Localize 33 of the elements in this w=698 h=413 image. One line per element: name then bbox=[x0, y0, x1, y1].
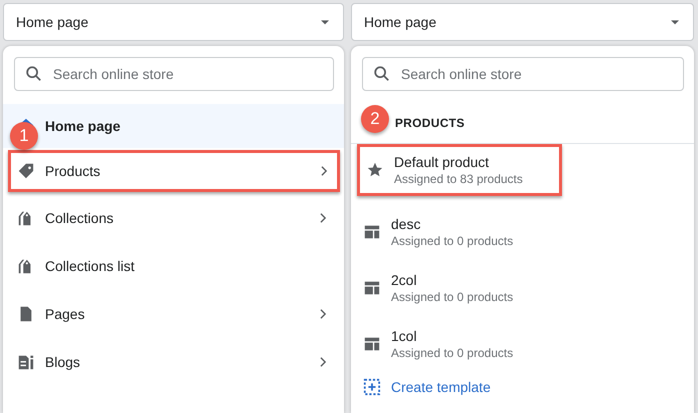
menu-item[interactable]: Collections list bbox=[3, 242, 344, 290]
menu-item[interactable]: Pages bbox=[3, 290, 344, 338]
create-template-link[interactable]: Create template bbox=[363, 378, 694, 396]
search-icon bbox=[373, 65, 391, 83]
template-name: 1col bbox=[391, 328, 418, 344]
template-item[interactable]: 1col Assigned to 0 products bbox=[351, 316, 694, 372]
search-field[interactable]: Search online store bbox=[362, 57, 684, 91]
star-icon bbox=[366, 161, 384, 179]
template-item[interactable]: 2col Assigned to 0 products bbox=[351, 260, 694, 316]
menu-item[interactable]: Collections bbox=[3, 194, 344, 242]
layout-icon bbox=[363, 223, 381, 241]
tag-icon bbox=[17, 162, 35, 180]
template-assignment: Assigned to 0 products bbox=[391, 234, 514, 248]
search-field[interactable]: Search online store bbox=[14, 57, 334, 91]
plus-icon bbox=[363, 378, 381, 396]
step-badge: 2 bbox=[361, 105, 389, 133]
section-heading: PRODUCTS bbox=[395, 116, 465, 130]
page-dropdown[interactable]: Home page bbox=[3, 3, 344, 41]
template-name: Default product bbox=[394, 154, 490, 170]
layout-icon bbox=[363, 279, 381, 297]
menu-item[interactable]: Blogs bbox=[3, 338, 344, 386]
template-assignment: Assigned to 0 products bbox=[391, 290, 514, 304]
template-assignment: Assigned to 0 products bbox=[391, 346, 514, 360]
template-item[interactable]: desc Assigned to 0 products bbox=[351, 204, 694, 260]
template-name: 2col bbox=[391, 272, 418, 288]
search-icon bbox=[25, 65, 43, 83]
template-name: desc bbox=[391, 216, 422, 232]
menu-item[interactable]: Products bbox=[8, 150, 340, 192]
template-assignment: Assigned to 83 products bbox=[394, 172, 523, 186]
page-dropdown[interactable]: Home page bbox=[351, 3, 694, 41]
template-item[interactable]: Default product Assigned to 83 products bbox=[357, 144, 562, 196]
layout-icon bbox=[363, 335, 381, 353]
document-icon bbox=[17, 353, 35, 371]
